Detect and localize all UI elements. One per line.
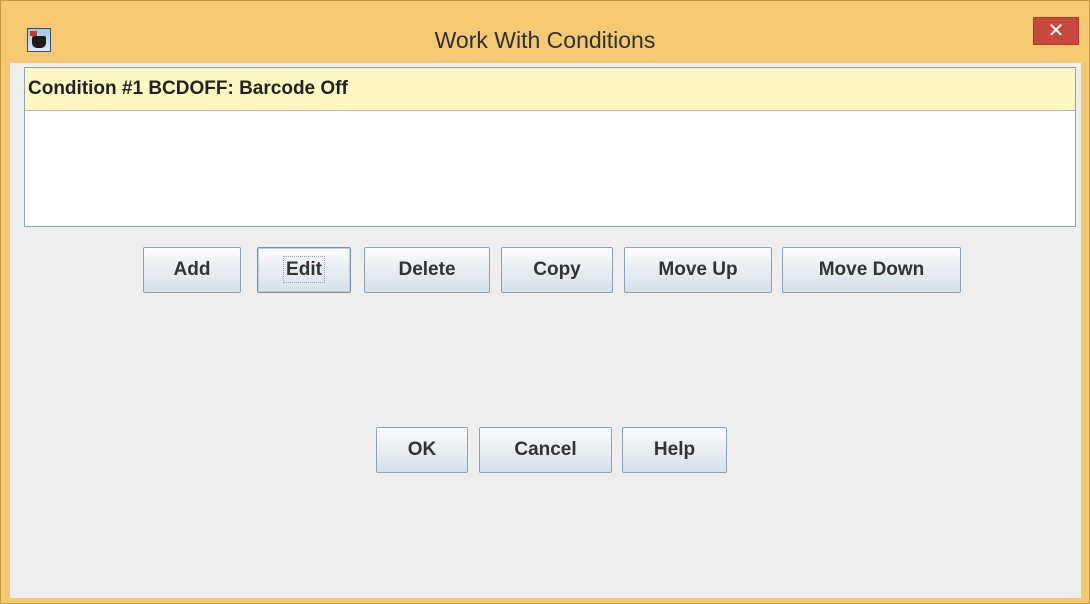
move-down-label: Move Down: [818, 259, 925, 280]
condition-label: Condition #1 BCDOFF: Barcode Off: [28, 78, 348, 99]
edit-button[interactable]: Edit: [257, 247, 351, 293]
title-bar[interactable]: Work With Conditions ✕: [1, 1, 1089, 63]
copy-label: Copy: [533, 259, 581, 280]
help-button[interactable]: Help: [622, 427, 727, 473]
list-item[interactable]: Condition #1 BCDOFF: Barcode Off: [25, 68, 1075, 111]
edit-label: Edit: [283, 256, 325, 283]
conditions-list[interactable]: Condition #1 BCDOFF: Barcode Off: [24, 67, 1076, 227]
add-button[interactable]: Add: [143, 247, 241, 293]
cancel-button[interactable]: Cancel: [479, 427, 612, 473]
move-up-button[interactable]: Move Up: [624, 247, 772, 293]
copy-button[interactable]: Copy: [501, 247, 613, 293]
client-area: Condition #1 BCDOFF: Barcode Off Add Edi…: [9, 63, 1081, 598]
delete-label: Delete: [398, 259, 456, 280]
cancel-label: Cancel: [514, 439, 577, 460]
move-up-label: Move Up: [658, 259, 738, 280]
ok-button[interactable]: OK: [376, 427, 468, 473]
dialog-window: Work With Conditions ✕ Condition #1 BCDO…: [0, 0, 1090, 604]
window-title: Work With Conditions: [434, 27, 656, 53]
delete-button[interactable]: Delete: [364, 247, 490, 293]
move-down-button[interactable]: Move Down: [782, 247, 961, 293]
close-button[interactable]: ✕: [1033, 17, 1079, 45]
add-label: Add: [173, 259, 211, 280]
ok-label: OK: [407, 439, 437, 460]
help-label: Help: [653, 439, 696, 460]
close-icon: ✕: [1047, 20, 1065, 42]
